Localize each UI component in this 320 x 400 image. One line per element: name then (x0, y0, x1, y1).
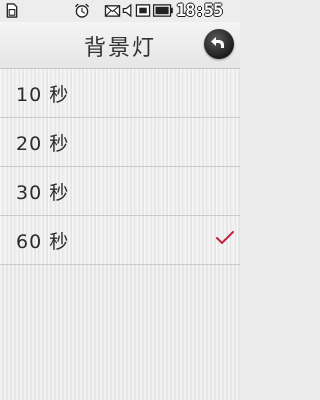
option-30-seconds[interactable]: 30 秒 (0, 167, 240, 216)
empty-area (0, 265, 240, 400)
option-10-seconds[interactable]: 10 秒 (0, 69, 240, 118)
message-icon (104, 5, 121, 17)
option-label: 30 秒 (16, 182, 70, 204)
back-arrow-icon (211, 37, 224, 48)
option-20-seconds[interactable]: 20 秒 (0, 118, 240, 167)
option-label: 10 秒 (16, 84, 70, 106)
volume-icon (122, 3, 132, 18)
option-label: 20 秒 (16, 133, 70, 155)
option-label: 60 秒 (16, 231, 70, 253)
alarm-icon (74, 3, 90, 18)
checkmark-icon (216, 231, 234, 245)
header: 背景灯 (0, 22, 240, 69)
memory-card-icon (135, 4, 151, 17)
back-button[interactable] (204, 29, 234, 59)
battery-icon (152, 4, 173, 17)
backlight-options-list: 10 秒 20 秒 30 秒 60 秒 (0, 69, 240, 265)
option-60-seconds[interactable]: 60 秒 (0, 216, 240, 265)
status-bar: 18:55 (0, 0, 240, 22)
status-clock: 18:55 (176, 1, 223, 21)
sim-icon (6, 3, 18, 18)
